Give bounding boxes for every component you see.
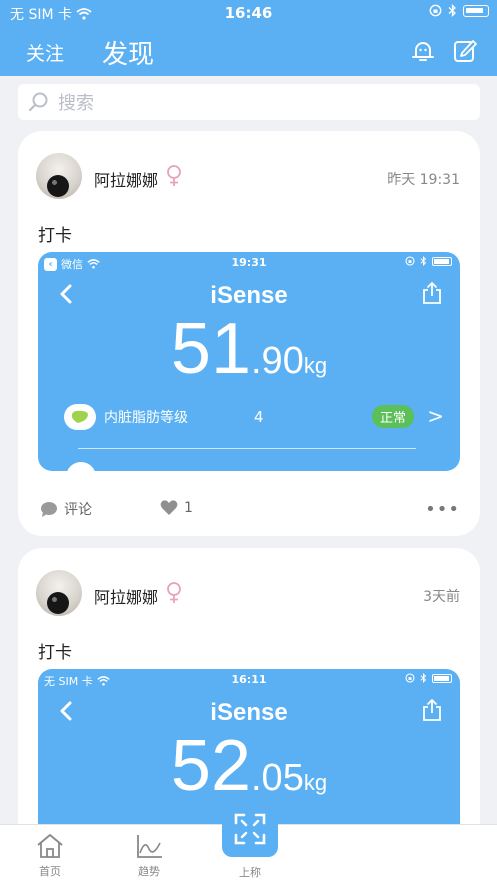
share-icon: [423, 699, 441, 721]
edit-icon[interactable]: [452, 38, 478, 64]
image-status-time: 16:11: [231, 673, 267, 686]
tab-home[interactable]: 首页: [20, 833, 80, 879]
tab-weigh-label: 上称: [239, 866, 261, 879]
heart-icon: [160, 500, 178, 515]
like-count: 1: [184, 499, 193, 516]
weight-integer: 51: [170, 309, 251, 389]
female-icon: [167, 165, 181, 186]
weight-integer: 52: [170, 726, 251, 806]
post-image[interactable]: ‹ 微信 19:31 iSense 51.90kg 内脏脂肪等级 4 正常 >: [38, 252, 460, 471]
username[interactable]: 阿拉娜娜: [94, 584, 158, 608]
bluetooth-icon: [420, 673, 427, 683]
scale-icon: [234, 813, 266, 845]
search-input[interactable]: 搜索: [18, 84, 480, 120]
tab-discover[interactable]: 发现: [102, 34, 154, 71]
female-icon: [167, 582, 181, 603]
metric-row: 内脏脂肪等级 4 正常 >: [64, 402, 446, 432]
metric-label: 内脏脂肪等级: [104, 410, 188, 426]
chevron-right-icon: >: [427, 404, 444, 428]
image-edge-circle: [66, 462, 96, 471]
brand-logo: iSense: [210, 699, 288, 726]
comment-icon: [41, 501, 57, 517]
tab-trend[interactable]: 趋势: [119, 833, 179, 879]
status-time: 16:46: [224, 4, 273, 22]
post-text: 打卡: [38, 643, 72, 663]
status-badge: 正常: [371, 405, 414, 428]
battery-icon: [432, 673, 452, 683]
image-status-time: 19:31: [231, 256, 267, 269]
home-icon: [37, 834, 63, 858]
weight-display: 52.05kg: [38, 725, 460, 807]
liver-icon: [64, 404, 96, 430]
weight-decimal: .90: [251, 340, 304, 382]
post-card[interactable]: 阿拉娜娜 昨天 19:31 打卡 ‹ 微信 19:31 iSense 51.90…: [18, 131, 480, 536]
weigh-button[interactable]: [222, 801, 278, 857]
comment-button[interactable]: 评论: [40, 499, 92, 519]
like-button[interactable]: 1: [160, 499, 193, 516]
battery-icon: [432, 256, 452, 266]
orientation-lock-icon: [405, 673, 415, 683]
bluetooth-icon: [420, 256, 427, 266]
avatar[interactable]: [36, 570, 82, 616]
battery-icon: [463, 4, 489, 17]
username[interactable]: 阿拉娜娜: [94, 167, 158, 191]
weight-unit: kg: [303, 770, 328, 795]
metric-value: 4: [254, 408, 264, 426]
bell-icon[interactable]: [410, 38, 436, 64]
post-time: 昨天 19:31: [387, 172, 460, 188]
status-bar: 无 SIM 卡 16:46: [0, 0, 497, 26]
bluetooth-icon: [448, 4, 456, 17]
tab-home-label: 首页: [39, 865, 61, 878]
orientation-lock-icon: [429, 4, 442, 17]
brand-logo: iSense: [210, 282, 288, 309]
search-icon: [28, 92, 48, 112]
avatar[interactable]: [36, 153, 82, 199]
post-text: 打卡: [38, 226, 72, 246]
image-status-bar: ‹ 微信 19:31: [38, 252, 460, 274]
search-placeholder: 搜索: [58, 93, 94, 114]
post-time: 3天前: [423, 589, 460, 605]
weight-decimal: .05: [251, 757, 304, 799]
divider: [78, 448, 416, 449]
tab-trend-label: 趋势: [138, 865, 160, 878]
share-icon: [423, 282, 441, 304]
image-status-bar: 无 SIM 卡 16:11: [38, 669, 460, 691]
more-icon[interactable]: •••: [425, 499, 460, 520]
weight-display: 51.90kg: [38, 308, 460, 390]
weight-unit: kg: [303, 353, 328, 378]
comment-label: 评论: [64, 502, 92, 518]
nav-header: 关注 发现: [0, 26, 497, 76]
post-actions: 评论 1 •••: [40, 499, 460, 521]
orientation-lock-icon: [405, 256, 415, 266]
trend-chart-icon: [137, 835, 162, 858]
tab-follow[interactable]: 关注: [26, 39, 64, 66]
